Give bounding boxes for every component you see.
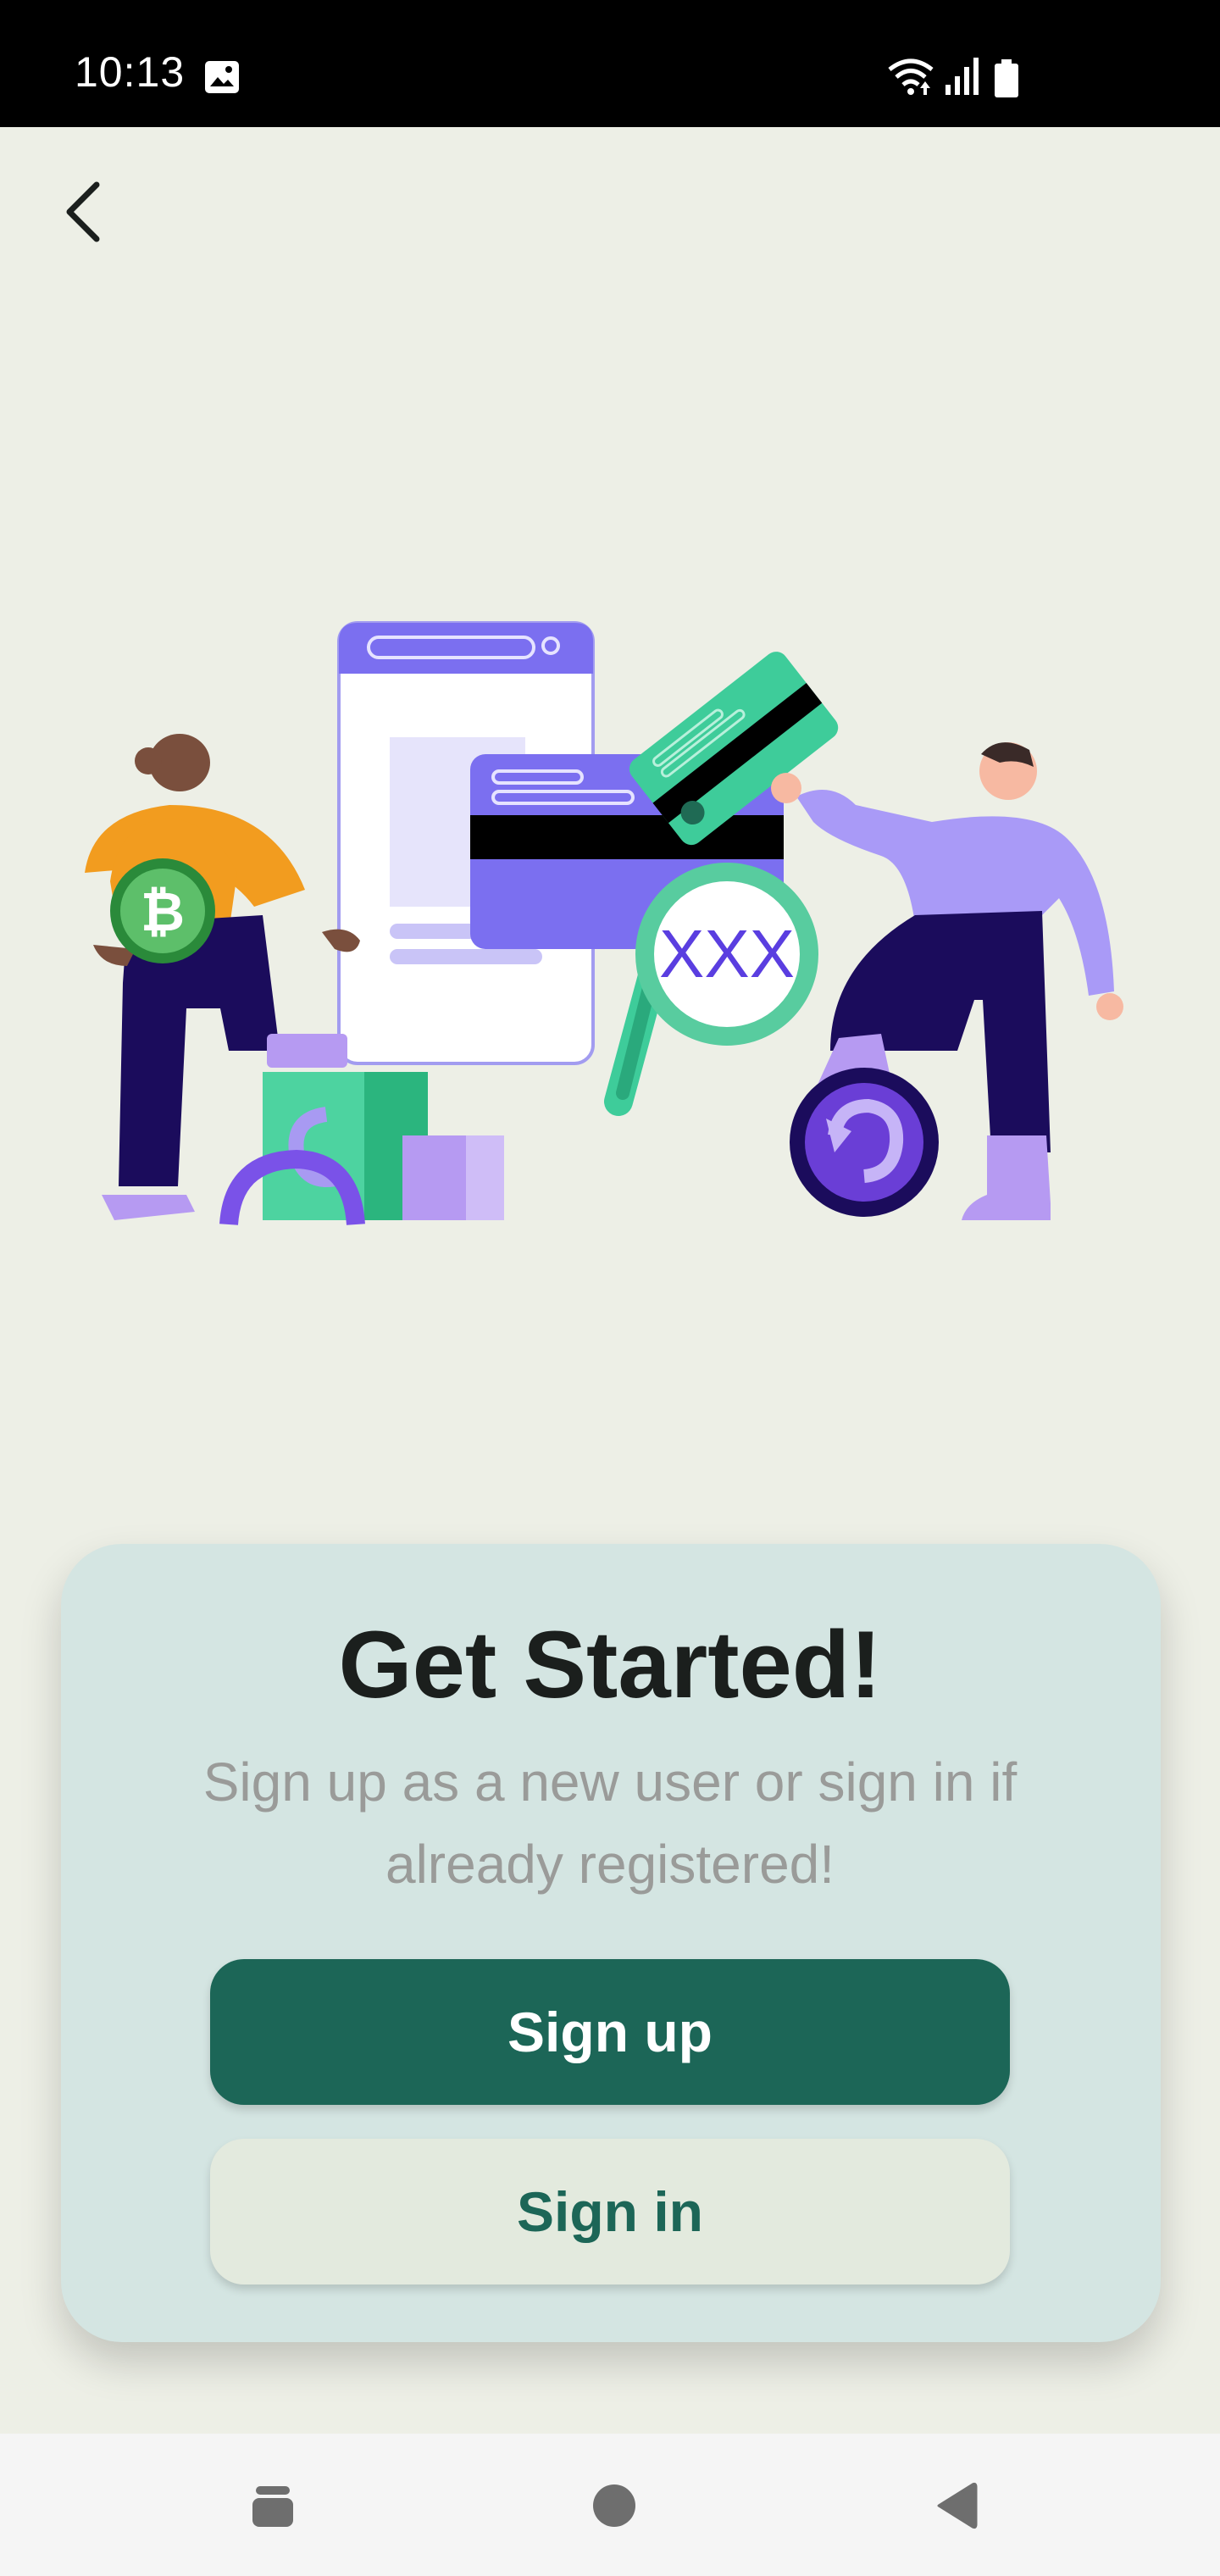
gallery-icon — [205, 61, 239, 93]
back-icon[interactable] — [932, 2481, 978, 2530]
chevron-left-icon — [66, 181, 100, 242]
svg-text:₿: ₿ — [141, 881, 185, 944]
home-icon[interactable] — [591, 2483, 637, 2529]
back-button[interactable] — [53, 169, 112, 254]
battery-icon — [995, 59, 1018, 97]
status-time: 10:13 — [75, 48, 186, 96]
card-title: Get Started! — [338, 1612, 882, 1718]
onboarding-illustration: XXX ₿ — [85, 621, 1123, 1226]
bitcoin-icon: ₿ — [110, 858, 215, 963]
status-bar: 10:13 — [0, 0, 1220, 127]
wifi-icon — [888, 58, 934, 95]
recents-icon[interactable] — [251, 2484, 295, 2529]
sign-up-button[interactable]: Sign up — [210, 1959, 1010, 2105]
svg-text:XXX: XXX — [659, 916, 795, 991]
signal-icon — [946, 58, 979, 95]
card-subtitle: Sign up as a new user or sign in if alre… — [202, 1752, 1018, 1895]
sign-in-button[interactable]: Sign in — [210, 2139, 1010, 2285]
refresh-coin-icon — [790, 1068, 939, 1217]
